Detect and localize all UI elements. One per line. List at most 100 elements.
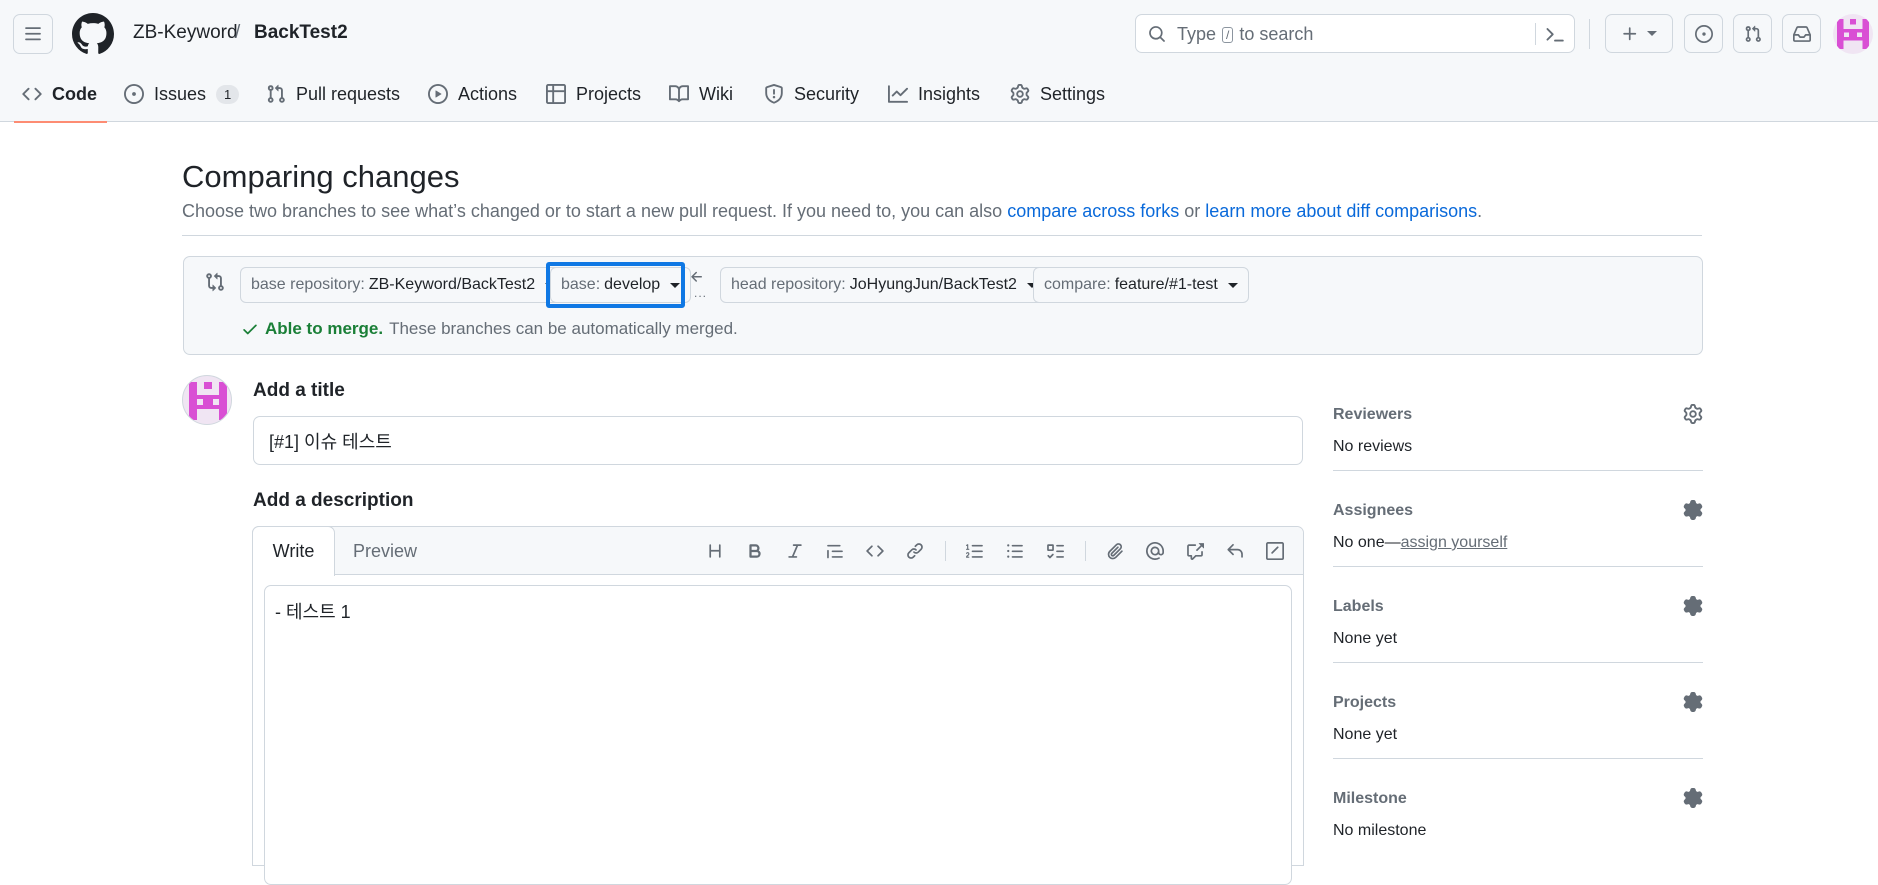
bulleted-list-icon[interactable]	[1003, 539, 1027, 563]
sidebar-labels: Labels None yet	[1333, 576, 1703, 672]
paperclip-icon[interactable]	[1103, 539, 1127, 563]
search-input[interactable]: Type / to search	[1135, 14, 1575, 53]
reply-icon[interactable]	[1223, 539, 1247, 563]
git-pull-request-icon	[266, 84, 286, 104]
highlight-box	[546, 262, 685, 308]
tab-code-label: Code	[52, 83, 97, 104]
gear-icon[interactable]	[1683, 692, 1703, 712]
description-editor: Write Preview - 테스트 1	[252, 526, 1304, 885]
search-placeholder-prefix: Type	[1177, 24, 1217, 44]
tab-actions[interactable]: Actions	[428, 66, 517, 122]
cross-reference-icon[interactable]	[1183, 539, 1207, 563]
link-icon[interactable]	[903, 539, 927, 563]
head-repository-value: JoHyungJun/BackTest2	[849, 276, 1017, 293]
user-avatar[interactable]	[1833, 14, 1873, 54]
issue-opened-icon	[1694, 24, 1713, 43]
reviewers-heading: Reviewers	[1333, 406, 1413, 423]
heading-icon[interactable]	[703, 539, 727, 563]
assignees-none: No one—	[1333, 534, 1401, 551]
graph-icon	[888, 84, 908, 104]
gear-icon[interactable]	[1683, 596, 1703, 616]
gear-icon[interactable]	[1683, 404, 1703, 424]
code-icon[interactable]	[863, 539, 887, 563]
tab-wiki[interactable]: Wiki	[669, 66, 733, 122]
tab-code[interactable]: Code	[14, 66, 107, 123]
tab-insights[interactable]: Insights	[888, 66, 980, 122]
your-issues-button[interactable]	[1684, 14, 1723, 53]
github-logo-icon[interactable]	[72, 13, 114, 55]
task-list-icon[interactable]	[1043, 539, 1067, 563]
description-textarea[interactable]: - 테스트 1	[264, 585, 1292, 885]
breadcrumb-owner[interactable]: ZB-Keyword	[133, 22, 238, 44]
global-header: ZB-Keyword / BackTest2 Type / to search	[0, 0, 1878, 123]
italic-icon[interactable]	[783, 539, 807, 563]
gear-icon	[1010, 84, 1030, 104]
base-repository-label: base repository:	[251, 276, 365, 293]
create-new-button[interactable]	[1605, 14, 1673, 53]
subtitle-text: Choose two branches to see what’s change…	[182, 201, 1003, 221]
hamburger-icon	[24, 25, 42, 43]
compare-branch-value: feature/#1-test	[1114, 276, 1218, 293]
author-avatar	[182, 375, 232, 425]
check-icon	[241, 320, 259, 338]
breadcrumb-separator: /	[235, 22, 241, 43]
compare-branch-select[interactable]: compare: feature/#1-test	[1033, 267, 1249, 303]
numbered-list-icon[interactable]	[963, 539, 987, 563]
subtitle-end: .	[1477, 201, 1483, 221]
inbox-button[interactable]	[1782, 14, 1821, 53]
gear-icon[interactable]	[1683, 788, 1703, 808]
tab-preview[interactable]: Preview	[335, 527, 435, 575]
divider	[1333, 566, 1703, 567]
bold-icon[interactable]	[743, 539, 767, 563]
tab-issues-label: Issues	[154, 83, 207, 104]
head-repository-label: head repository:	[731, 276, 846, 293]
table-icon	[546, 84, 566, 104]
code-icon	[22, 84, 42, 104]
command-palette-icon[interactable]	[1545, 24, 1565, 44]
tab-settings[interactable]: Settings	[1010, 66, 1105, 122]
tab-issues[interactable]: Issues 1	[124, 66, 240, 122]
diff-comparisons-link[interactable]: learn more about diff comparisons	[1205, 201, 1477, 221]
merge-status-text: These branches can be automatically merg…	[389, 319, 738, 338]
head-repository-select[interactable]: head repository: JoHyungJun/BackTest2	[720, 267, 1048, 303]
compare-across-forks-link[interactable]: compare across forks	[1007, 201, 1179, 221]
repository-nav: Code Issues 1 Pull requests Actions Proj…	[0, 66, 1878, 123]
assign-yourself-link[interactable]: assign yourself	[1401, 534, 1508, 551]
issue-opened-icon	[124, 84, 144, 104]
milestone-value: No milestone	[1333, 822, 1427, 839]
tab-projects[interactable]: Projects	[546, 66, 641, 122]
range-dots: ...	[694, 286, 708, 300]
plus-icon	[1621, 25, 1639, 43]
mention-icon[interactable]	[1143, 539, 1167, 563]
milestone-heading: Milestone	[1333, 790, 1407, 807]
open-menu-button[interactable]	[13, 14, 53, 54]
search-divider	[1535, 23, 1536, 45]
tab-write[interactable]: Write	[252, 526, 335, 576]
pr-title-input[interactable]	[253, 416, 1303, 465]
tab-insights-label: Insights	[918, 83, 981, 104]
sidebar-reviewers: Reviewers No reviews	[1333, 384, 1703, 480]
page-title: Comparing changes	[182, 159, 460, 194]
gear-icon[interactable]	[1683, 500, 1703, 520]
base-repository-select[interactable]: base repository: ZB-Keyword/BackTest2	[240, 267, 567, 303]
header-top-row: ZB-Keyword / BackTest2 Type / to search	[0, 0, 1878, 66]
compare-range-editor: base repository: ZB-Keyword/BackTest2 ba…	[183, 256, 1703, 355]
quote-icon[interactable]	[823, 539, 847, 563]
chevron-down-icon	[1647, 31, 1657, 36]
tab-pull-requests-label: Pull requests	[296, 83, 401, 104]
sidebar-assignees: Assignees No one—assign yourself	[1333, 480, 1703, 576]
your-pull-requests-button[interactable]	[1733, 14, 1772, 53]
projects-value: None yet	[1333, 726, 1398, 743]
tab-pull-requests[interactable]: Pull requests	[266, 66, 400, 122]
page-subtitle: Choose two branches to see what’s change…	[182, 201, 1482, 222]
tab-settings-label: Settings	[1040, 83, 1106, 104]
tab-security-label: Security	[794, 83, 860, 104]
toolbar-divider	[945, 541, 946, 561]
slash-command-icon[interactable]	[1263, 539, 1287, 563]
tab-security[interactable]: Security	[764, 66, 859, 122]
git-pull-request-icon	[1744, 25, 1762, 43]
search-placeholder: Type / to search	[1177, 24, 1313, 45]
tab-actions-label: Actions	[458, 83, 518, 104]
breadcrumb-repo[interactable]: BackTest2	[254, 22, 348, 44]
shield-icon	[764, 84, 784, 104]
